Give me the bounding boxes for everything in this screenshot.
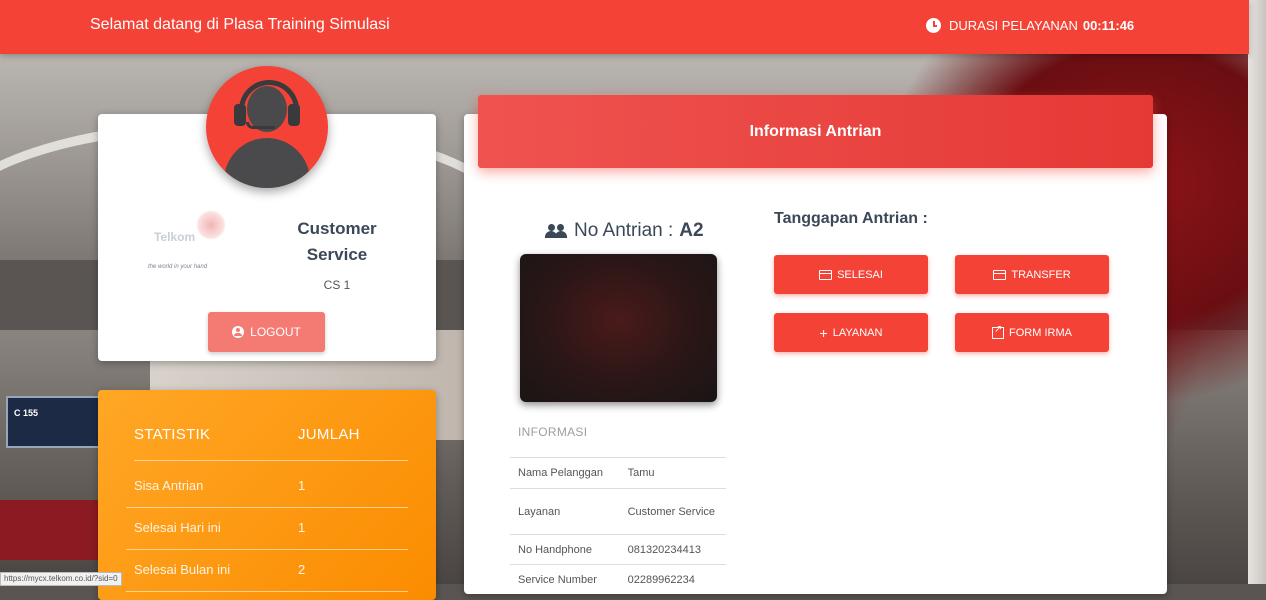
stat-label: Selesai Hari ini [134,520,221,535]
table-row: Service Number 02289962234 [510,564,726,595]
service-duration: DURASI PELAYANAN 00:11:46 [926,18,1134,33]
stat-row: Sisa Antrian 1 [126,466,408,508]
stat-value: 1 [298,520,306,535]
transfer-button[interactable]: TRANSFER [955,255,1109,294]
layanan-label: LAYANAN [832,326,883,339]
telkom-logo: Telkom the world in your hand [140,210,260,274]
queue-info-header: Informasi Antrian [478,95,1153,168]
table-row: Nama Pelanggan Tamu [510,457,726,489]
table-row: Layanan Customer Service [510,488,726,535]
avatar-body [224,138,310,188]
selesai-button[interactable]: SELESAI [774,255,928,294]
cs-id: CS 1 [323,278,351,292]
external-link-icon [992,324,1005,339]
bg-right-frame [1248,0,1266,584]
queue-number-value: A2 [679,220,704,241]
logout-button[interactable]: LOGOUT [208,312,325,352]
credit-card-icon [819,269,833,280]
logo-mark [196,210,226,240]
credit-card-icon [993,269,1007,280]
customer-info-table: Nama Pelanggan Tamu Layanan Customer Ser… [510,457,726,595]
layanan-button[interactable]: + LAYANAN [774,313,928,352]
info-section-title: INFORMASI [518,425,588,439]
welcome-text: Selamat datang di Plasa Training Simulas… [90,16,390,33]
top-bar: Selamat datang di Plasa Training Simulas… [0,0,1249,54]
bg-red-box [0,500,100,560]
jumlah-header: JUMLAH [298,426,360,443]
clock-icon [926,18,941,33]
response-title: Tanggapan Antrian : [774,210,928,227]
stat-value: 2 [298,562,306,577]
queue-number-label: No Antrian : [574,220,674,241]
info-label: No Handphone [510,534,614,565]
info-value: Tamu [613,457,726,489]
table-row: No Handphone 081320234413 [510,534,726,565]
headset-cup-right [288,104,300,126]
logout-label: LOGOUT [250,325,301,339]
logo-word: Telkom [154,230,196,244]
duration-label: DURASI PELAYANAN [949,18,1078,33]
transfer-label: TRANSFER [1011,268,1071,281]
bg-queue-sign: C 155 [6,396,102,448]
people-icon [544,224,568,238]
queue-number: No Antrian : A2 [544,220,704,242]
selesai-label: SELESAI [837,268,883,281]
plus-icon: + [819,324,828,341]
info-value: 02289962234 [613,564,726,595]
stat-row: Selesai Hari ini 1 [126,508,408,550]
stat-label: Selesai Bulan ini [134,562,231,577]
role-title: Customer Service [297,219,377,264]
customer-service-avatar [206,66,328,188]
user-circle-icon [232,326,245,338]
info-label: Nama Pelanggan [510,457,614,489]
statistics-card: STATISTIK JUMLAH Sisa Antrian 1 Selesai … [98,390,436,600]
stat-row: Selesai Bulan ini 2 [126,550,408,592]
headset-mic [246,122,275,129]
info-value: 081320234413 [613,534,726,565]
info-label: Layanan [510,488,614,535]
headset-cup-left [234,104,246,126]
stat-value: 1 [298,478,306,493]
info-value: Customer Service [613,488,726,535]
customer-video-feed [520,254,717,402]
statistik-header: STATISTIK [134,426,211,443]
stat-label: Sisa Antrian [134,478,204,493]
logo-tagline: the world in your hand [148,264,208,270]
duration-value: 00:11:46 [1082,18,1135,33]
form-irma-button[interactable]: FORM IRMA [955,313,1109,352]
info-label: Service Number [510,564,614,595]
form-irma-label: FORM IRMA [1009,326,1072,339]
statistics-header: STATISTIK JUMLAH [134,426,408,461]
